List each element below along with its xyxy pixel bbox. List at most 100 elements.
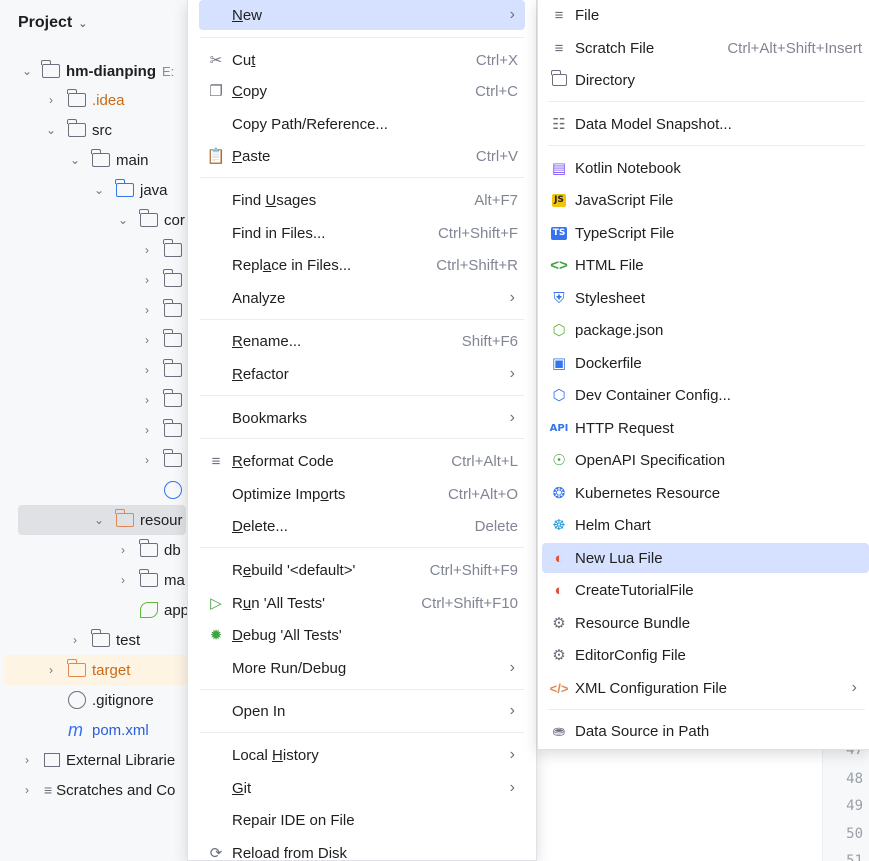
- tree-node-db[interactable]: › db: [0, 535, 200, 565]
- new-item-data-model-snapshot[interactable]: ☷ Data Model Snapshot...: [542, 109, 869, 139]
- tree-node-idea[interactable]: › .idea: [0, 85, 200, 115]
- new-item-kubernetes-resource[interactable]: ❂ Kubernetes Resource: [542, 478, 869, 508]
- chevron-down-icon[interactable]: ⌄: [78, 17, 87, 30]
- tree-node-label: db: [164, 541, 181, 559]
- tree-node-subpackage[interactable]: ›: [0, 355, 200, 385]
- collapse-arrow-icon[interactable]: ⌄: [44, 123, 58, 137]
- menu-item-find-usages[interactable]: Find Usages Alt+F7: [199, 185, 525, 215]
- new-item-scratch-file[interactable]: ≡ Scratch File Ctrl+Alt+Shift+Insert: [542, 33, 869, 63]
- menu-item-analyze[interactable]: Analyze ›: [199, 283, 525, 313]
- tree-node-subpackage[interactable]: ›: [0, 295, 200, 325]
- tree-node-scratches[interactable]: › ≡ Scratches and Co: [0, 775, 200, 805]
- tree-node-subpackage[interactable]: ›: [0, 235, 200, 265]
- new-item-directory[interactable]: Directory: [542, 65, 869, 95]
- menu-item-new[interactable]: New ›: [199, 0, 525, 30]
- submenu-arrow-icon: ›: [509, 289, 515, 306]
- menu-item-more-run-debug[interactable]: More Run/Debug ›: [199, 653, 525, 683]
- new-item-typescript-file[interactable]: TS TypeScript File: [542, 218, 869, 248]
- expand-arrow-icon[interactable]: ›: [140, 243, 154, 257]
- tree-node-project-root[interactable]: ⌄ hm-dianping E:: [0, 56, 200, 86]
- menu-item-local-history[interactable]: Local History ›: [199, 740, 525, 770]
- menu-item-repair-ide[interactable]: Repair IDE on File: [199, 805, 525, 835]
- expand-arrow-icon[interactable]: ›: [116, 543, 130, 557]
- expand-arrow-icon[interactable]: ›: [140, 393, 154, 407]
- tree-node-package[interactable]: ⌄ cor: [0, 205, 200, 235]
- expand-arrow-icon[interactable]: ›: [140, 453, 154, 467]
- menu-item-refactor[interactable]: Refactor ›: [199, 359, 525, 389]
- menu-item-rename[interactable]: Rename... Shift+F6: [199, 326, 525, 356]
- new-item-dev-container-config[interactable]: ⬡ Dev Container Config...: [542, 380, 869, 410]
- expand-arrow-icon[interactable]: ›: [44, 663, 58, 677]
- project-panel-title[interactable]: Project ⌄: [18, 14, 87, 32]
- tree-node-target[interactable]: › target: [4, 655, 187, 685]
- new-item-helm-chart[interactable]: ☸ Helm Chart: [542, 510, 869, 540]
- new-item-http-request[interactable]: API HTTP Request: [542, 413, 869, 443]
- collapse-arrow-icon[interactable]: ⌄: [20, 64, 34, 78]
- expand-arrow-icon[interactable]: ›: [140, 273, 154, 287]
- menu-item-cut[interactable]: ✂ Cut Ctrl+X: [199, 45, 525, 75]
- api-icon: API: [549, 422, 569, 434]
- menu-item-label: New: [232, 6, 263, 24]
- collapse-arrow-icon[interactable]: ⌄: [68, 153, 82, 167]
- menu-item-label: Copy: [232, 82, 268, 100]
- collapse-arrow-icon[interactable]: ⌄: [92, 513, 106, 527]
- expand-arrow-icon[interactable]: ›: [20, 783, 34, 797]
- tree-node-resources[interactable]: ⌄ resour: [18, 505, 186, 535]
- expand-arrow-icon[interactable]: ›: [116, 573, 130, 587]
- tree-node-pom[interactable]: m pom.xml: [0, 715, 200, 745]
- menu-item-reformat-code[interactable]: ≡ Reformat Code Ctrl+Alt+L: [199, 446, 525, 476]
- new-item-kotlin-notebook[interactable]: ▤ Kotlin Notebook: [542, 153, 869, 183]
- new-item-create-tutorial-file[interactable]: ◐ CreateTutorialFile: [542, 575, 869, 605]
- tree-node-subpackage[interactable]: ›: [0, 415, 200, 445]
- expand-arrow-icon[interactable]: ›: [20, 753, 34, 767]
- menu-item-debug-all-tests[interactable]: ✹ Debug 'All Tests': [199, 620, 525, 650]
- expand-arrow-icon[interactable]: ›: [140, 303, 154, 317]
- tree-node-subpackage[interactable]: ›: [0, 325, 200, 355]
- new-item-xml-configuration-file[interactable]: </> XML Configuration File ›: [542, 673, 869, 703]
- new-item-stylesheet[interactable]: ⛨ Stylesheet: [542, 283, 869, 313]
- tree-node-application-yaml[interactable]: app: [0, 595, 200, 625]
- new-item-data-source-in-path[interactable]: ⛂ Data Source in Path: [542, 716, 869, 746]
- expand-arrow-icon[interactable]: ›: [68, 633, 82, 647]
- new-item-editorconfig-file[interactable]: ⚙ EditorConfig File: [542, 640, 869, 670]
- expand-arrow-icon[interactable]: ›: [140, 363, 154, 377]
- menu-item-git[interactable]: Git ›: [199, 773, 525, 803]
- new-item-file[interactable]: ≡ File: [542, 0, 869, 30]
- tree-node-subpackage[interactable]: ›: [0, 445, 200, 475]
- expand-arrow-icon[interactable]: ›: [140, 423, 154, 437]
- new-item-package-json[interactable]: ⬡ package.json: [542, 315, 869, 345]
- tree-node-src[interactable]: ⌄ src: [0, 115, 200, 145]
- menu-item-run-all-tests[interactable]: ▷ Run 'All Tests' Ctrl+Shift+F10: [199, 588, 525, 618]
- tree-node-application-class[interactable]: [0, 475, 200, 505]
- menu-item-bookmarks[interactable]: Bookmarks ›: [199, 403, 525, 433]
- collapse-arrow-icon[interactable]: ⌄: [116, 213, 130, 227]
- tree-node-gitignore[interactable]: .gitignore: [0, 685, 200, 715]
- menu-item-copy-path[interactable]: Copy Path/Reference...: [199, 109, 525, 139]
- tree-node-external-libraries[interactable]: › External Librarie: [0, 745, 200, 775]
- menu-item-open-in[interactable]: Open In ›: [199, 696, 525, 726]
- collapse-arrow-icon[interactable]: ⌄: [92, 183, 106, 197]
- menu-item-delete[interactable]: Delete... Delete: [199, 511, 525, 541]
- tree-node-mapper[interactable]: › ma: [0, 565, 200, 595]
- menu-item-find-in-files[interactable]: Find in Files... Ctrl+Shift+F: [199, 218, 525, 248]
- tree-node-subpackage[interactable]: ›: [0, 265, 200, 295]
- new-item-resource-bundle[interactable]: ⚙ Resource Bundle: [542, 608, 869, 638]
- tree-node-subpackage[interactable]: ›: [0, 385, 200, 415]
- menu-item-replace-in-files[interactable]: Replace in Files... Ctrl+Shift+R: [199, 250, 525, 280]
- tree-node-test[interactable]: › test: [0, 625, 200, 655]
- tree-node-java[interactable]: ⌄ java: [0, 175, 200, 205]
- menu-item-paste[interactable]: 📋 Paste Ctrl+V: [199, 141, 525, 171]
- menu-item-copy[interactable]: ❐ Copy Ctrl+C: [199, 76, 525, 106]
- new-item-dockerfile[interactable]: ▣ Dockerfile: [542, 348, 869, 378]
- menu-item-optimize-imports[interactable]: Optimize Imports Ctrl+Alt+O: [199, 479, 525, 509]
- menu-item-rebuild[interactable]: Rebuild '<default>' Ctrl+Shift+F9: [199, 555, 525, 585]
- tree-node-main[interactable]: ⌄ main: [0, 145, 200, 175]
- menu-item-reload-from-disk[interactable]: ⟳ Reload from Disk: [199, 838, 525, 861]
- new-item-html-file[interactable]: <> HTML File: [542, 250, 869, 280]
- new-item-openapi-specification[interactable]: ☉ OpenAPI Specification: [542, 445, 869, 475]
- expand-arrow-icon[interactable]: ›: [44, 93, 58, 107]
- editor-area[interactable]: [536, 750, 869, 861]
- new-item-javascript-file[interactable]: JS JavaScript File: [542, 185, 869, 215]
- expand-arrow-icon[interactable]: ›: [140, 333, 154, 347]
- new-item-new-lua-file[interactable]: ◐ New Lua File: [542, 543, 869, 573]
